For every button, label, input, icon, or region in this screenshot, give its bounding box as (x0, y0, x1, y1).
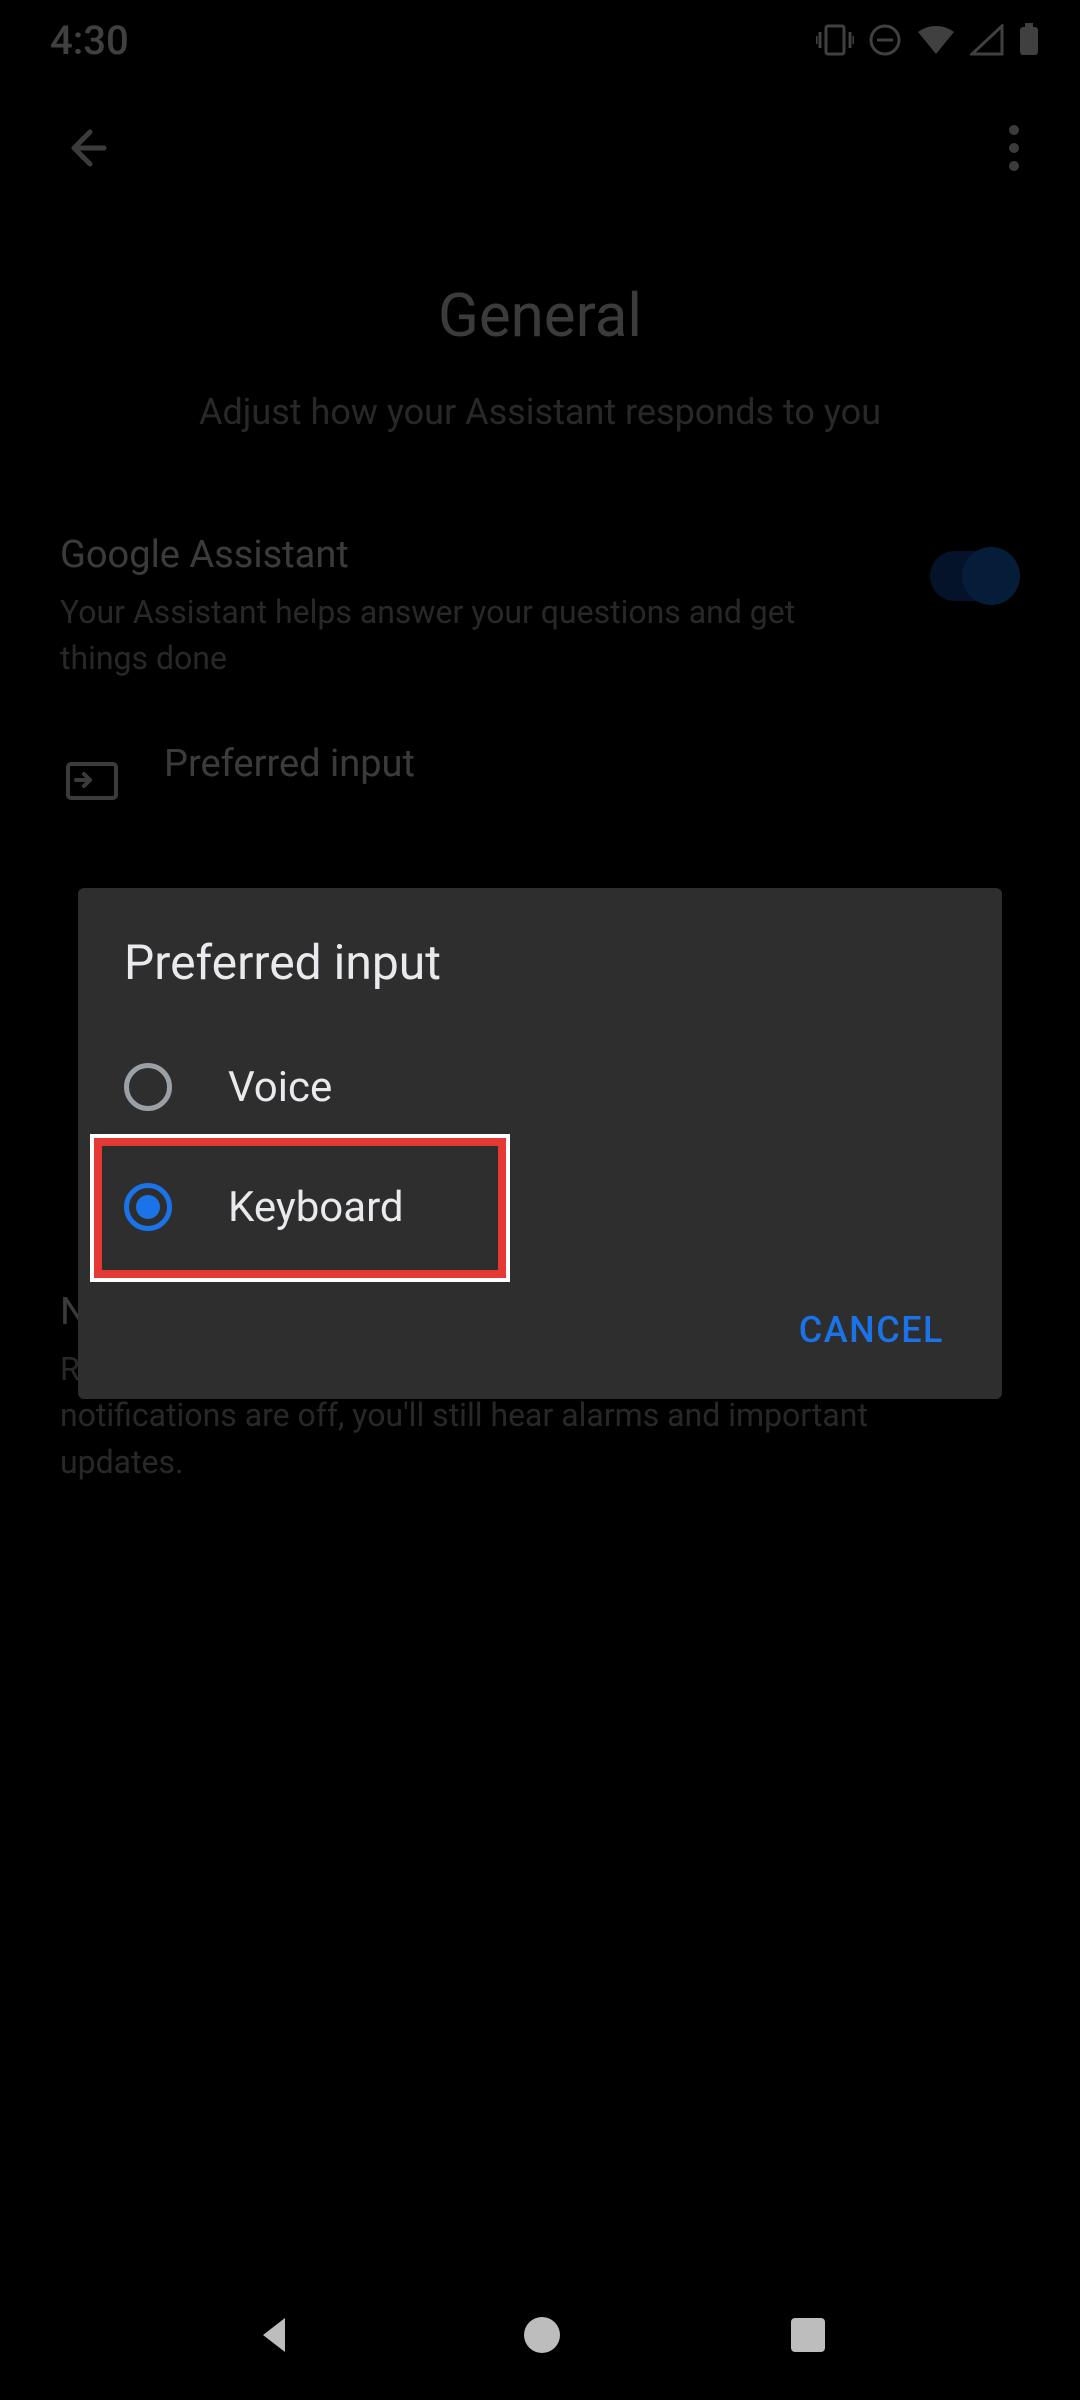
preferred-input-dialog: Preferred input Voice Keyboard CANCEL (78, 888, 1002, 1399)
dialog-title: Preferred input (78, 934, 1002, 1027)
radio-label: Keyboard (228, 1183, 404, 1232)
radio-label: Voice (228, 1063, 332, 1112)
radio-option-keyboard[interactable]: Keyboard (78, 1147, 1002, 1267)
nav-recent-icon[interactable] (787, 2314, 829, 2356)
cancel-button[interactable]: CANCEL (787, 1291, 956, 1369)
radio-option-voice[interactable]: Voice (78, 1027, 1002, 1147)
navigation-bar (0, 2270, 1080, 2400)
radio-icon (124, 1063, 172, 1111)
radio-icon (124, 1183, 172, 1231)
nav-back-icon[interactable] (251, 2312, 297, 2358)
nav-home-icon[interactable] (519, 2312, 565, 2358)
